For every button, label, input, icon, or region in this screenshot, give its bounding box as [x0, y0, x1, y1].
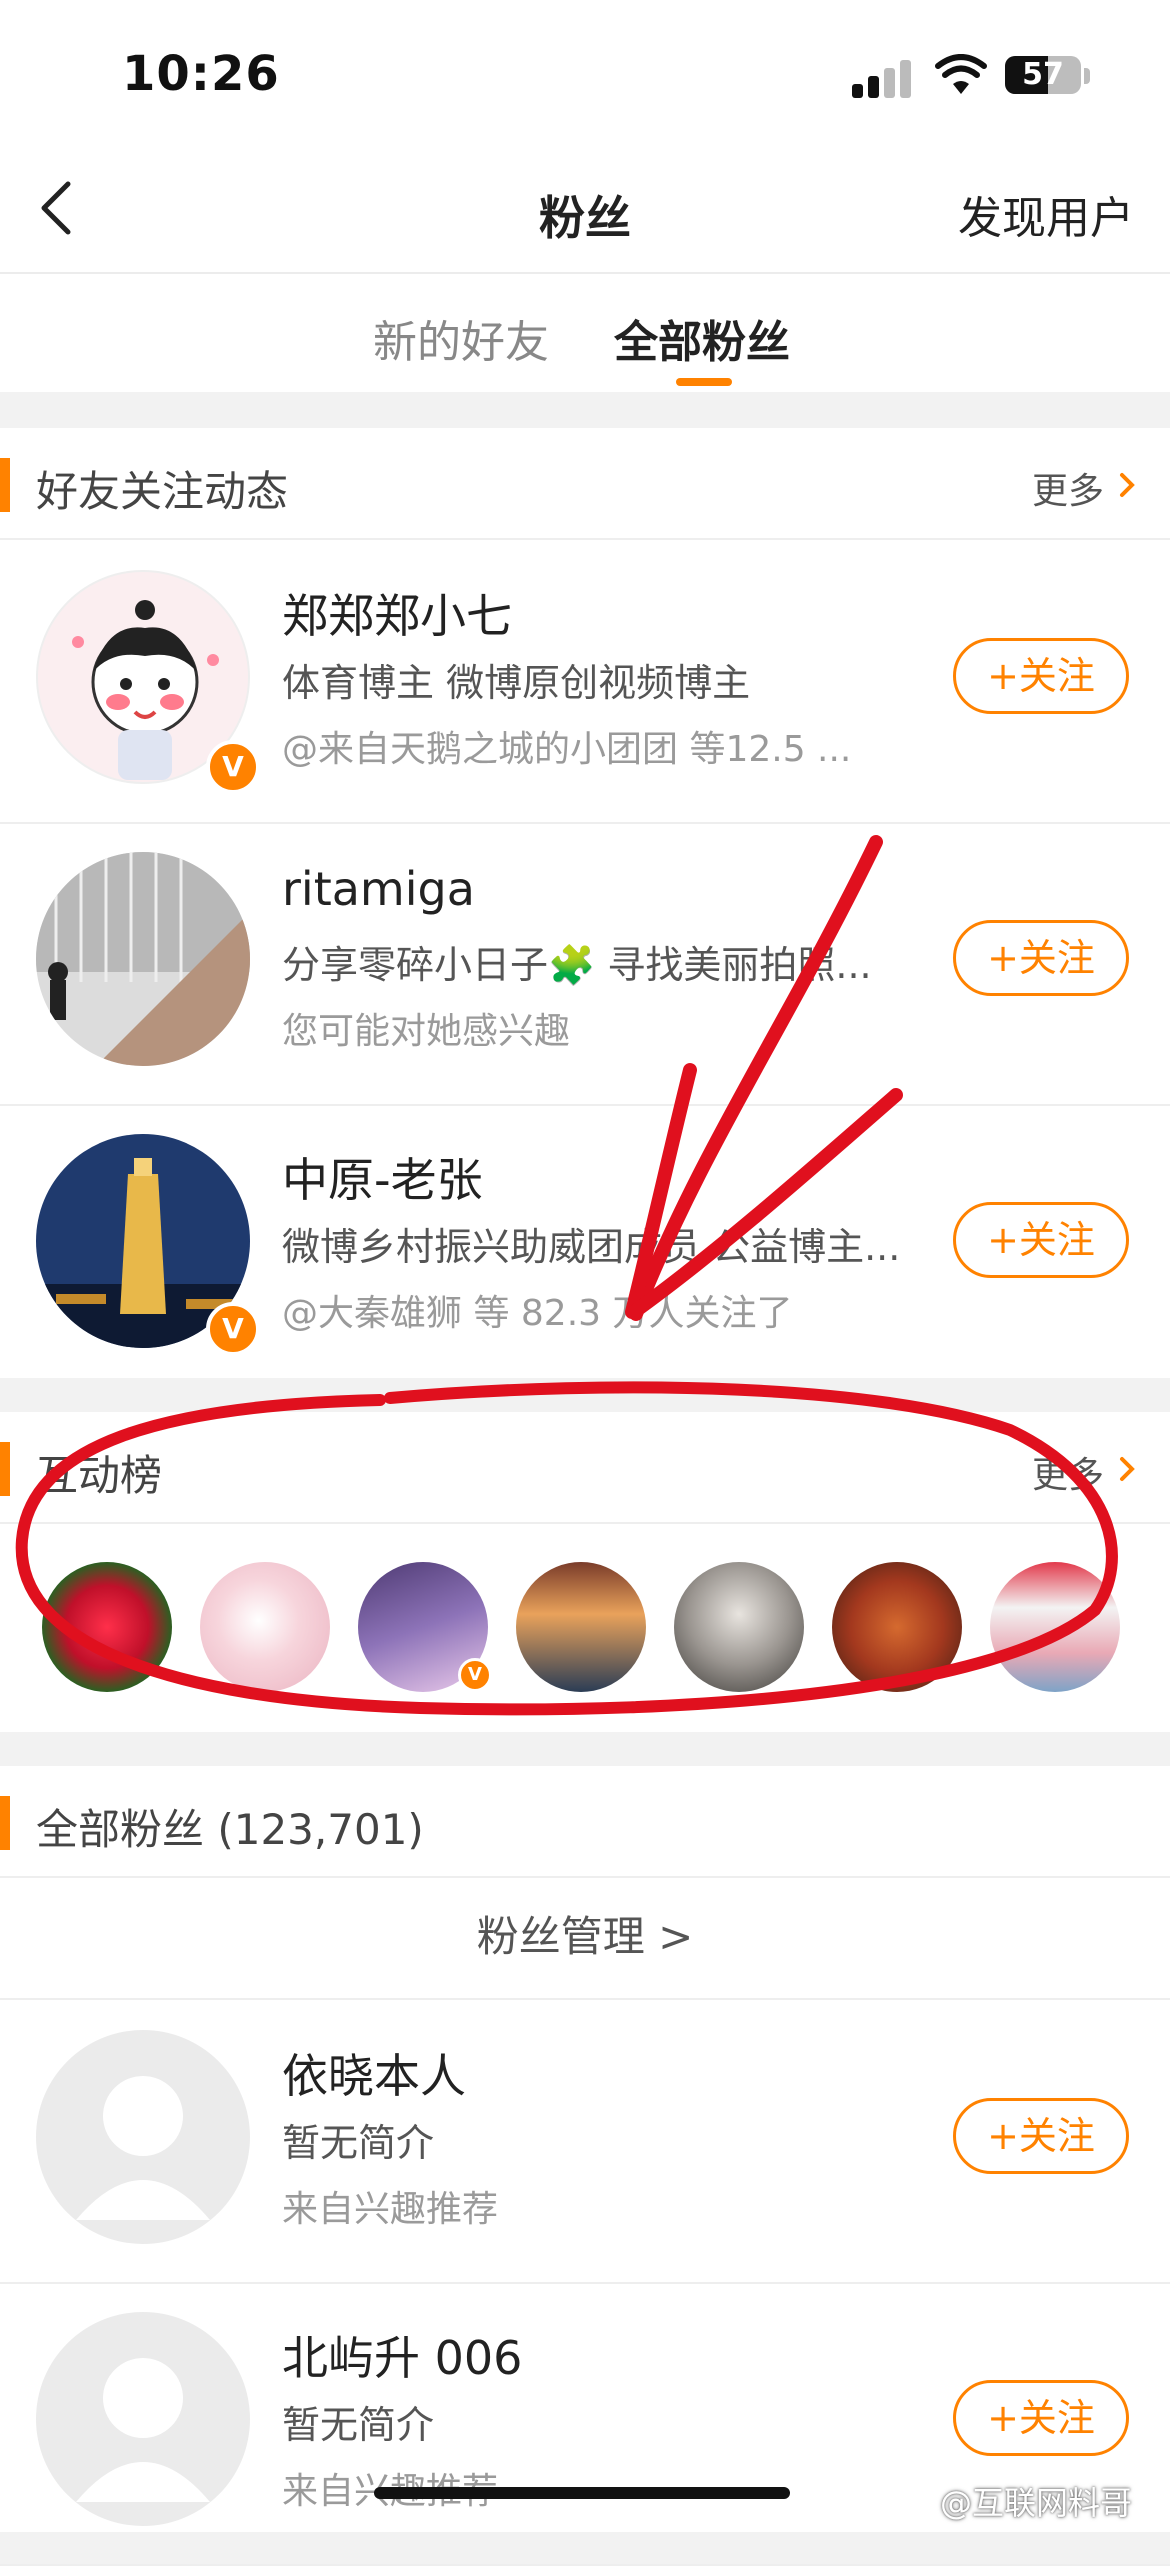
battery-icon: 57	[1005, 56, 1081, 94]
section-accent-bar	[0, 1796, 10, 1850]
user-meta: 您可能对她感兴趣	[282, 1011, 571, 1052]
list-item[interactable]: V 中原-老张 微博乡村振兴助威团成员 公益博主... @大秦雄狮 等 82.3…	[0, 1104, 1170, 1386]
ranking-avatar[interactable]	[832, 1562, 962, 1692]
list-item[interactable]: ritamiga 分享零碎小日子🧩 寻找美丽拍照... 您可能对她感兴趣 +关注	[0, 822, 1170, 1106]
section-title: 好友关注动态	[36, 467, 289, 516]
user-meta: @大秦雄狮 等 82.3 万人关注了	[282, 1293, 793, 1334]
follow-button[interactable]: +关注	[953, 2098, 1129, 2174]
user-bio: 分享零碎小日子🧩 寻找美丽拍照...	[282, 943, 872, 987]
more-link[interactable]: 更多	[1032, 462, 1104, 514]
user-name[interactable]: 北屿升 006	[282, 2322, 522, 2388]
follow-button[interactable]: +关注	[953, 2380, 1129, 2456]
nav-bar: 粉丝 发现用户	[0, 150, 1170, 274]
discover-users-button[interactable]: 发现用户	[958, 182, 1134, 246]
chevron-right-icon[interactable]	[1114, 1456, 1140, 1482]
tab-all-fans[interactable]: 全部粉丝	[614, 306, 790, 370]
user-bio: 暂无简介	[282, 2403, 435, 2447]
avatar[interactable]	[36, 2030, 250, 2244]
cellular-signal-icon	[852, 58, 916, 98]
fan-management-link[interactable]: 粉丝管理 >	[0, 1876, 1170, 2000]
default-avatar-icon	[76, 2076, 210, 2220]
user-name[interactable]: 依晓本人	[282, 2040, 466, 2106]
ranking-avatar[interactable]	[674, 1562, 804, 1692]
section-accent-bar	[0, 1442, 10, 1496]
section-header: 互动榜 更多	[0, 1412, 1170, 1524]
ranking-avatar[interactable]	[200, 1562, 330, 1692]
user-meta: @来自天鹅之城的小团团 等12.5 ...	[282, 729, 852, 770]
home-indicator	[374, 2487, 790, 2499]
active-tab-indicator	[676, 378, 732, 386]
battery-tip	[1084, 68, 1090, 84]
section-header: 全部粉丝 (123,701)	[0, 1766, 1170, 1878]
avatar[interactable]	[36, 852, 250, 1066]
friends-activity-section: 好友关注动态 更多 V 郑郑郑小七 体育博主 微博原创视频博主 @来自天鹅之城的…	[0, 428, 1170, 1378]
avatar[interactable]	[36, 2312, 250, 2526]
follow-button[interactable]: +关注	[953, 638, 1129, 714]
user-meta: 来自兴趣推荐	[282, 2189, 499, 2230]
list-item[interactable]: 依晓本人 暂无简介 来自兴趣推荐 +关注	[0, 2000, 1170, 2284]
section-title: 互动榜	[36, 1451, 163, 1500]
section-accent-bar	[0, 458, 10, 512]
user-name[interactable]: ritamiga	[282, 862, 475, 916]
section-header: 好友关注动态 更多	[0, 428, 1170, 540]
verified-badge-icon: V	[458, 1658, 492, 1692]
battery-level: 57	[1022, 57, 1064, 92]
user-bio: 体育博主 微博原创视频博主	[282, 661, 751, 705]
follow-button[interactable]: +关注	[953, 920, 1129, 996]
verified-badge-icon: V	[206, 1302, 260, 1356]
user-bio: 微博乡村振兴助威团成员 公益博主...	[282, 1225, 901, 1269]
wifi-icon	[935, 54, 987, 94]
ranking-avatar[interactable]	[42, 1562, 172, 1692]
interaction-ranking-section: 互动榜 更多 V	[0, 1412, 1170, 1732]
user-bio: 暂无简介	[282, 2121, 435, 2165]
user-name[interactable]: 中原-老张	[282, 1144, 483, 1210]
verified-badge-icon: V	[206, 740, 260, 794]
building-photo-avatar-image	[36, 852, 250, 1066]
ranking-avatar[interactable]	[990, 1562, 1120, 1692]
tab-bar: 新的好友 全部粉丝	[0, 274, 1170, 392]
status-bar: 10:26 57	[0, 0, 1170, 150]
follow-button[interactable]: +关注	[953, 1202, 1129, 1278]
more-link[interactable]: 更多	[1032, 1446, 1104, 1498]
chevron-right-icon[interactable]	[1114, 472, 1140, 498]
status-time: 10:26	[122, 46, 280, 102]
tab-new-friends[interactable]: 新的好友	[373, 306, 549, 370]
list-item[interactable]: V 郑郑郑小七 体育博主 微博原创视频博主 @来自天鹅之城的小团团 等12.5 …	[0, 540, 1170, 824]
ranking-avatar[interactable]	[516, 1562, 646, 1692]
watermark: @互联网料哥	[940, 2484, 1133, 2522]
all-fans-section: 全部粉丝 (123,701) 粉丝管理 > 依晓本人 暂无简介 来自兴趣推荐 +…	[0, 1766, 1170, 2566]
user-name[interactable]: 郑郑郑小七	[282, 580, 512, 646]
section-title: 全部粉丝 (123,701)	[36, 1805, 424, 1854]
ranking-avatar-list: V	[0, 1562, 1170, 1712]
default-avatar-icon	[76, 2358, 210, 2502]
